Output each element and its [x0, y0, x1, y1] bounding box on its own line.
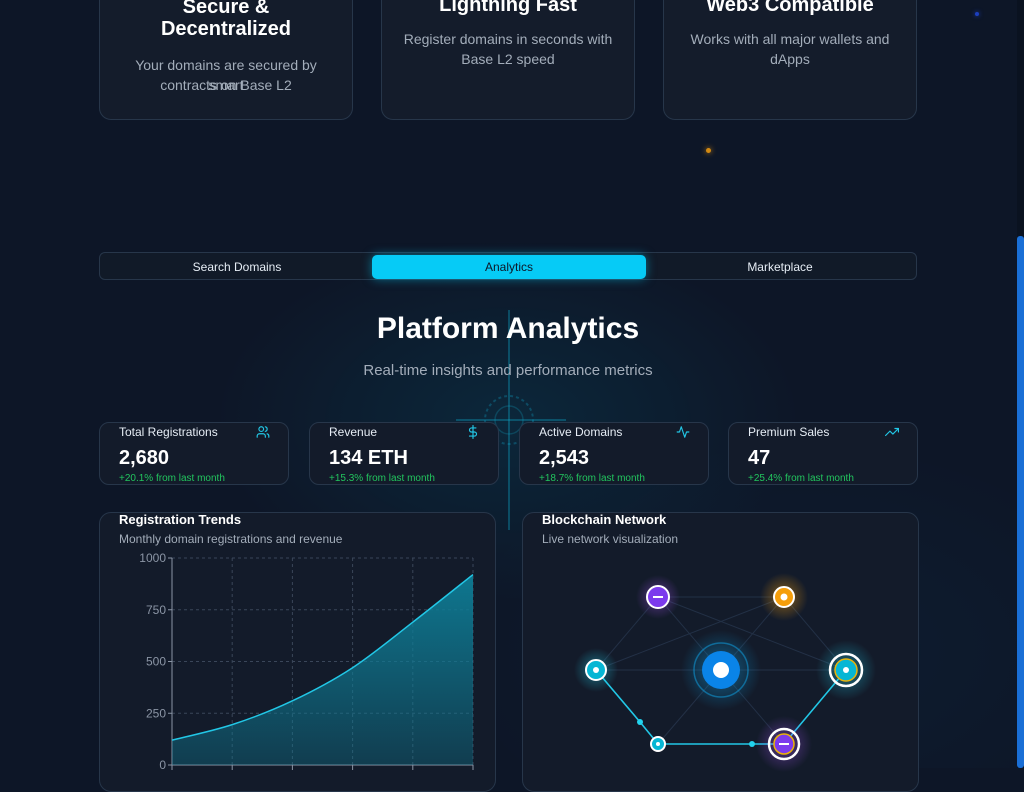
stat-card-active-domains: Active Domains 2,543 +18.7% from last mo…: [519, 422, 709, 485]
feature-description: Works with all major wallets and: [690, 31, 890, 47]
decorative-dot: [706, 148, 711, 153]
stat-change: +18.7% from last month: [539, 473, 645, 484]
network-node-cyan-left: [574, 648, 618, 692]
feature-title: Decentralized: [160, 18, 292, 40]
feature-description: dApps: [770, 51, 810, 67]
tab-search-domains[interactable]: Search Domains: [102, 255, 372, 279]
y-tick-label: 1000: [139, 551, 166, 565]
feature-description: contracts on Base L2: [160, 77, 292, 93]
page-title: Platform Analytics: [376, 312, 640, 345]
page-subtitle: Real-time insights and performance metri…: [363, 362, 653, 379]
stat-change: +20.1% from last month: [119, 473, 225, 484]
activity-icon: [676, 426, 690, 438]
feature-title: Web3 Compatible: [706, 0, 874, 16]
stat-value: 47: [748, 447, 771, 469]
tab-marketplace[interactable]: Marketplace: [646, 255, 914, 279]
registration-trends-chart: 1000 750 500 250 0: [139, 551, 474, 772]
network-packet: [637, 719, 643, 725]
network-node-orange: [760, 573, 808, 621]
feature-card-fast: Lightning Fast Register domains in secon…: [381, 0, 635, 120]
trending-up-icon: [885, 427, 899, 437]
tab-analytics[interactable]: Analytics: [372, 255, 646, 279]
network-node-purple: [636, 575, 680, 619]
stat-label: Premium Sales: [748, 425, 830, 439]
stat-card-registrations: Total Registrations 2,680 +20.1% from la…: [99, 422, 289, 485]
stat-value: 2,543: [539, 447, 590, 469]
y-tick-label: 0: [159, 758, 166, 772]
stat-change: +15.3% from last month: [329, 473, 435, 484]
section-tabs: Search Domains Analytics Marketplace: [99, 252, 917, 280]
feature-title: Lightning Fast: [439, 0, 577, 16]
blockchain-network-panel: Blockchain Network Live network visualiz…: [522, 512, 919, 792]
area-series: [172, 574, 473, 765]
feature-description: Register domains in seconds with: [403, 31, 613, 47]
network-node-cyan-right: [816, 640, 876, 700]
stat-change: +25.4% from last month: [748, 473, 854, 484]
stat-card-premium-sales: Premium Sales 47 +25.4% from last month: [728, 422, 918, 485]
users-icon: [256, 426, 270, 438]
network-node-purple-bottom: [756, 716, 812, 772]
feature-description: Base L2 speed: [461, 51, 555, 67]
network-packet: [749, 741, 755, 747]
dollar-icon: [468, 425, 478, 439]
registration-trends-panel: Registration Trends Monthly domain regis…: [99, 512, 496, 792]
y-tick-label: 250: [146, 706, 166, 720]
stat-value: 2,680: [119, 447, 170, 469]
stat-value: 134 ETH: [329, 447, 408, 469]
network-visualization: [574, 573, 876, 772]
network-node-cyan-bottom: [650, 736, 666, 752]
stat-label: Total Registrations: [119, 425, 218, 439]
scrollbar-thumb[interactable]: [1017, 236, 1024, 768]
decorative-dot: [975, 12, 979, 16]
y-tick-label: 500: [146, 655, 166, 669]
stat-label: Revenue: [329, 425, 378, 439]
y-tick-label: 750: [146, 603, 166, 617]
stat-label: Active Domains: [539, 425, 623, 439]
feature-card-secure: Secure & Decentralized Your domains are …: [99, 0, 353, 120]
stat-card-revenue: Revenue 134 ETH +15.3% from last month: [309, 422, 499, 485]
network-hub-node: [681, 630, 761, 710]
feature-card-web3: Web3 Compatible Works with all major wal…: [663, 0, 917, 120]
